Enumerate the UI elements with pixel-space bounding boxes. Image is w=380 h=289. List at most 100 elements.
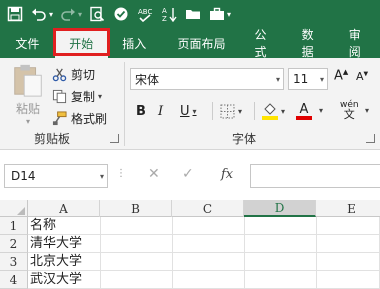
phonetic-guide-button[interactable]: wén 文 <box>340 100 359 122</box>
font-name-value: 宋体 <box>135 72 160 87</box>
phonetic-char-icon: 文 <box>343 108 355 121</box>
cut-label: 剪切 <box>71 67 96 82</box>
grow-font-label: A <box>334 68 343 84</box>
chevron-down-icon[interactable]: ▾ <box>100 172 107 181</box>
folder-icon[interactable] <box>182 3 204 25</box>
increase-font-size-button[interactable]: A▲ <box>334 68 348 83</box>
enter-icon[interactable]: ✓ <box>182 166 194 182</box>
chevron-down-icon: ▾ <box>319 74 324 84</box>
scissors-icon <box>52 68 67 81</box>
ribbon-tabs: 文件 开始 插入 页面布局 公式 数据 审阅 <box>0 28 380 59</box>
redo-icon[interactable] <box>57 3 79 25</box>
paint-bucket-icon <box>262 103 278 120</box>
table-row: 北京大学 <box>28 253 380 271</box>
copy-icon <box>52 89 67 103</box>
customize-icon[interactable]: ▾ <box>227 10 231 19</box>
paste-label: 粘贴 <box>15 102 40 116</box>
name-box[interactable]: D14 ▾ <box>4 164 108 188</box>
column-header-c[interactable]: C <box>172 200 244 217</box>
tab-data[interactable]: 数据 <box>290 28 337 59</box>
font-size-select[interactable]: 11 ▾ <box>288 68 328 90</box>
save-icon[interactable] <box>4 3 26 25</box>
paste-button[interactable]: 粘贴 ▾ <box>8 62 48 126</box>
ribbon-home: 粘贴 ▾ 剪切 复制 ▾ 格式刷 剪贴板 宋体 ▾ 11 ▾ A▲ A▼ B I… <box>0 58 380 150</box>
format-painter-label: 格式刷 <box>71 111 108 126</box>
paste-icon <box>14 64 42 97</box>
font-color-button[interactable]: A <box>296 100 312 122</box>
separator <box>212 102 213 120</box>
underline-label: U <box>180 103 190 119</box>
insert-function-button[interactable]: fx <box>221 167 233 182</box>
table-row: 武汉大学 <box>28 271 380 289</box>
cell-a4[interactable]: 武汉大学 <box>30 272 82 287</box>
underline-button[interactable]: U ▾ <box>180 100 197 122</box>
cut-button[interactable]: 剪切 <box>52 64 95 84</box>
formula-bar: D14 ▾ ⋮ ✕ ✓ fx <box>0 150 380 200</box>
copy-button[interactable]: 复制 ▾ <box>52 86 102 106</box>
font-color-dropdown-icon[interactable]: ▾ <box>319 106 323 115</box>
briefcase-icon[interactable] <box>206 3 228 25</box>
row-header-4[interactable]: 4 <box>0 271 28 289</box>
fill-color-dropdown-icon[interactable]: ▾ <box>281 107 285 116</box>
cell-a1[interactable]: 名称 <box>30 218 56 233</box>
clipboard-launcher-icon[interactable] <box>110 134 119 143</box>
paste-dropdown-icon[interactable]: ▾ <box>26 117 30 126</box>
svg-text:A: A <box>162 7 167 15</box>
font-size-value: 11 <box>293 72 309 86</box>
undo-dropdown-icon[interactable]: ▾ <box>49 10 53 19</box>
select-all-button[interactable] <box>0 200 28 217</box>
spellcheck-icon[interactable]: ABC <box>134 3 156 25</box>
group-separator <box>124 62 125 146</box>
column-header-e[interactable]: E <box>316 200 380 217</box>
cancel-icon[interactable]: ✕ <box>148 166 160 182</box>
borders-icon <box>220 104 235 118</box>
tab-page-layout[interactable]: 页面布局 <box>161 28 243 58</box>
print-preview-icon[interactable] <box>86 3 108 25</box>
format-painter-icon <box>52 110 67 125</box>
font-name-select[interactable]: 宋体 ▾ <box>130 68 284 90</box>
shrink-font-label: A <box>356 70 364 83</box>
borders-button[interactable]: ▾ <box>220 100 242 122</box>
quick-access-toolbar: ▾ ▾ ABC AZ ▾ <box>0 0 380 28</box>
table-row: 清华大学 <box>28 235 380 253</box>
tab-insert[interactable]: 插入 <box>108 28 161 58</box>
arrow-up-icon: ▲ <box>342 68 349 76</box>
column-header-b[interactable]: B <box>100 200 172 217</box>
arrow-down-icon: ▼ <box>363 70 369 78</box>
row-header-2[interactable]: 2 <box>0 235 28 253</box>
fill-color-button[interactable]: ▾ <box>262 100 285 122</box>
column-header-row: A B C D E <box>0 200 380 217</box>
name-box-value: D14 <box>11 169 36 183</box>
row-header-3[interactable]: 3 <box>0 253 28 271</box>
sort-ascending-icon[interactable]: AZ <box>158 3 180 25</box>
underline-dropdown-icon[interactable]: ▾ <box>193 107 197 116</box>
tab-file[interactable]: 文件 <box>0 28 55 58</box>
chevron-down-icon: ▾ <box>275 74 280 84</box>
formula-bar-grip-icon[interactable]: ⋮ <box>116 168 126 179</box>
copy-dropdown-icon[interactable]: ▾ <box>98 92 102 101</box>
undo-icon[interactable] <box>28 3 50 25</box>
font-color-swatch <box>296 115 312 120</box>
tab-review[interactable]: 审阅 <box>337 28 380 59</box>
row-header-1[interactable]: 1 <box>0 217 28 235</box>
checkup-icon[interactable] <box>110 3 132 25</box>
format-painter-button[interactable]: 格式刷 <box>52 108 107 128</box>
bold-button[interactable]: B <box>136 100 146 122</box>
tab-home[interactable]: 开始 <box>52 28 110 58</box>
cell-a2[interactable]: 清华大学 <box>30 236 82 251</box>
cell-a3[interactable]: 北京大学 <box>30 254 82 269</box>
column-header-d[interactable]: D <box>244 200 316 217</box>
separator <box>254 102 255 120</box>
tab-formulas[interactable]: 公式 <box>242 28 289 59</box>
svg-text:Z: Z <box>162 15 167 22</box>
phonetic-dropdown-icon[interactable]: ▾ <box>365 106 369 115</box>
italic-button[interactable]: I <box>158 100 163 122</box>
borders-dropdown-icon[interactable]: ▾ <box>238 107 242 116</box>
decrease-font-size-button[interactable]: A▼ <box>356 70 368 83</box>
redo-dropdown-icon[interactable]: ▾ <box>78 10 82 19</box>
formula-input[interactable] <box>250 164 380 188</box>
column-header-a[interactable]: A <box>28 200 100 217</box>
svg-text:ABC: ABC <box>138 8 152 16</box>
font-launcher-icon[interactable] <box>366 134 375 143</box>
font-color-label: A <box>299 101 309 117</box>
